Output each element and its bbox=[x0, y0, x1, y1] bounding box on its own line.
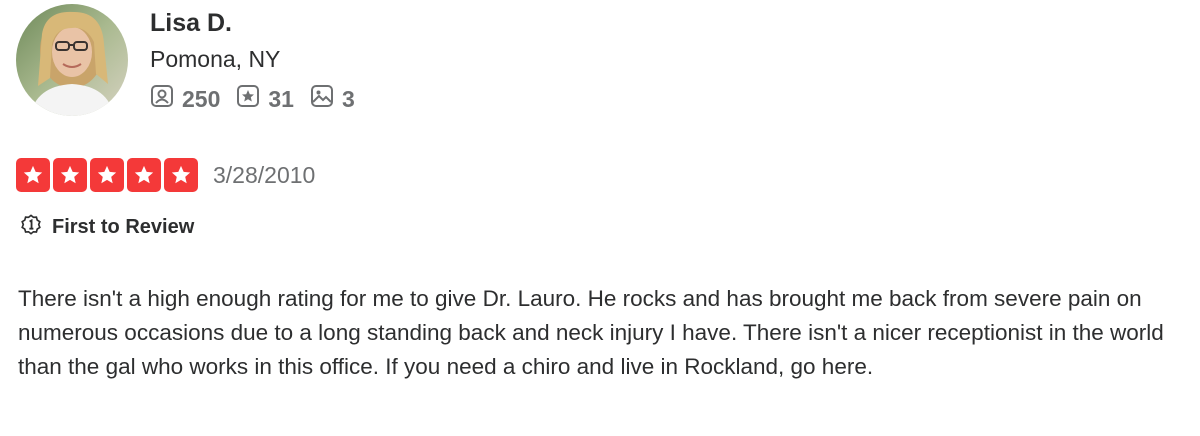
first-to-review-badge: First to Review bbox=[20, 214, 194, 241]
star-icon bbox=[164, 158, 198, 192]
review-date: 3/28/2010 bbox=[213, 162, 316, 188]
user-name[interactable]: Lisa D. bbox=[150, 6, 371, 40]
star-icon bbox=[90, 158, 124, 192]
badge-label: First to Review bbox=[52, 216, 195, 238]
star-icon bbox=[127, 158, 161, 192]
reviews-count: 31 bbox=[268, 85, 294, 112]
star-rating bbox=[16, 158, 201, 192]
user-location: Pomona, NY bbox=[150, 46, 281, 72]
star-icon bbox=[16, 158, 50, 192]
review-card: Lisa D. Pomona, NY 250 31 3 3/28/2010 Fi… bbox=[0, 0, 1200, 436]
review-text: There isn't a high enough rating for me … bbox=[18, 286, 1164, 379]
star-icon bbox=[53, 158, 87, 192]
avatar[interactable] bbox=[16, 4, 128, 116]
rating-row: 3/28/2010 bbox=[16, 158, 315, 192]
friends-count: 250 bbox=[182, 85, 221, 112]
photos-stat: 3 bbox=[310, 84, 355, 114]
photos-count: 3 bbox=[341, 85, 355, 112]
review-star-icon bbox=[236, 84, 268, 114]
friends-stat: 250 bbox=[150, 84, 220, 114]
user-info: Lisa D. Pomona, NY 250 31 3 bbox=[150, 6, 371, 114]
photo-icon bbox=[310, 84, 342, 114]
first-to-review-icon bbox=[20, 214, 42, 241]
reviews-stat: 31 bbox=[236, 84, 294, 114]
friends-icon bbox=[150, 84, 182, 114]
user-stats: 250 31 3 bbox=[150, 84, 371, 114]
